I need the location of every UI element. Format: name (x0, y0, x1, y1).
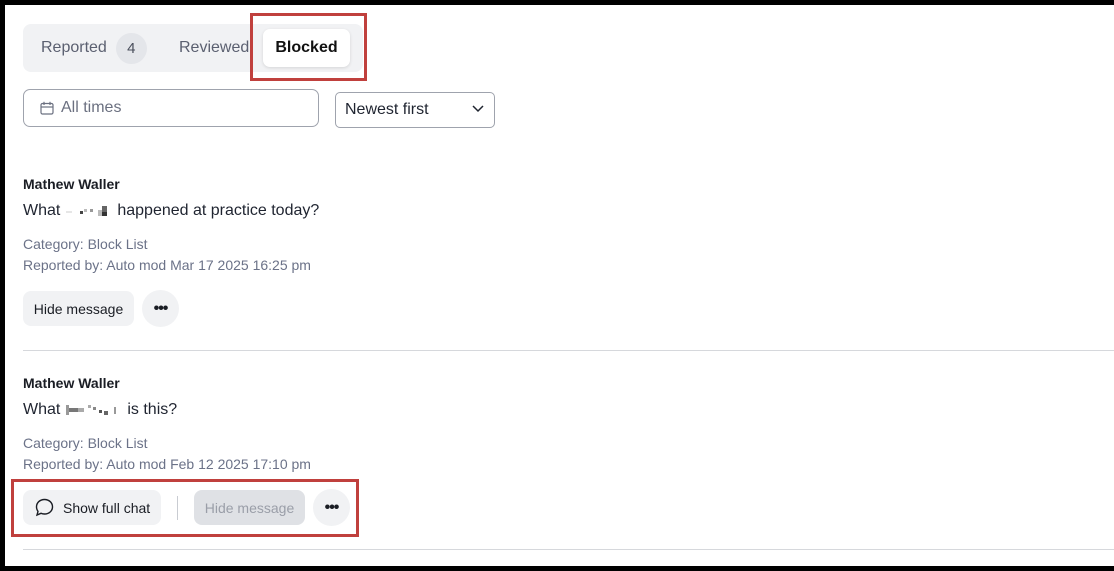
message-reported-by: Reported by: Auto mod Feb 12 2025 17:10 … (23, 456, 311, 472)
chat-bubble-icon (35, 498, 54, 517)
hide-message-label: Hide message (204, 499, 295, 516)
pixelated-redaction (66, 405, 117, 415)
more-options-button[interactable]: ••• (313, 489, 350, 526)
hide-message-button[interactable]: Hide message (194, 490, 305, 525)
message-text: What is this? (23, 401, 177, 419)
message-text-end: is this? (127, 401, 178, 418)
list-item: Mathew Waller What is this? Category: Bl… (5, 5, 1114, 566)
moderation-panel: Reported 4 Reviewed Blocked All times Ne… (5, 5, 1114, 566)
message-category: Category: Block List (23, 435, 148, 451)
more-dots-icon: ••• (324, 498, 340, 516)
message-author: Mathew Waller (23, 375, 120, 391)
show-full-chat-button[interactable]: Show full chat (23, 490, 161, 525)
divider (23, 549, 1114, 550)
show-full-chat-label: Show full chat (63, 499, 151, 516)
button-separator (177, 496, 178, 520)
message-text-start: What (23, 401, 61, 418)
